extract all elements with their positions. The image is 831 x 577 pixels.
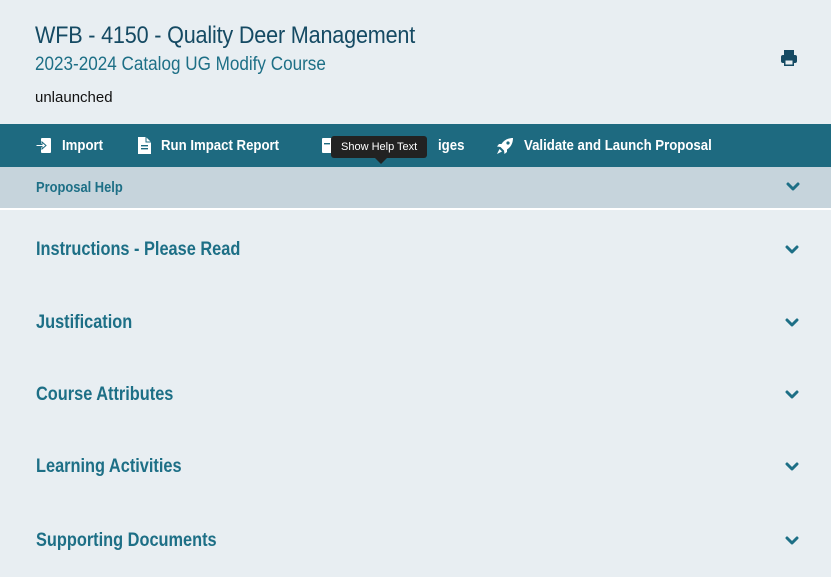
document-icon <box>138 137 151 154</box>
section-label: Learning Activities <box>36 456 182 477</box>
run-impact-report-button[interactable]: Run Impact Report <box>138 124 295 167</box>
section-label: Supporting Documents <box>36 530 217 551</box>
section-course-attributes[interactable]: Course Attributes <box>0 359 831 431</box>
section-label: Justification <box>36 312 133 333</box>
proposal-help-label: Proposal Help <box>36 179 123 196</box>
chevron-down-icon <box>786 182 800 191</box>
page-subtitle: 2023-2024 Catalog UG Modify Course <box>35 54 326 75</box>
run-impact-report-label: Run Impact Report <box>161 137 280 154</box>
printer-icon[interactable] <box>779 48 799 68</box>
validate-launch-label: Validate and Launch Proposal <box>524 137 712 154</box>
chevron-down-icon <box>785 462 799 471</box>
section-label: Instructions - Please Read <box>36 239 241 260</box>
section-justification[interactable]: Justification <box>0 287 831 359</box>
chevron-down-icon <box>785 390 799 399</box>
chevron-down-icon <box>785 536 799 545</box>
import-icon <box>35 138 51 153</box>
section-supporting-documents[interactable]: Supporting Documents <box>0 505 831 577</box>
import-button[interactable]: Import <box>35 124 109 167</box>
changes-label: iges <box>438 137 465 154</box>
chevron-down-icon <box>785 245 799 254</box>
page-header: WFB - 4150 - Quality Deer Management 202… <box>0 0 831 124</box>
proposal-help-toggle[interactable]: Proposal Help <box>0 167 831 210</box>
proposal-status: unlaunched <box>35 89 113 106</box>
help-tooltip: Show Help Text <box>331 136 428 164</box>
section-label: Course Attributes <box>36 384 174 405</box>
rocket-icon <box>497 137 513 154</box>
validate-launch-button[interactable]: Validate and Launch Proposal <box>496 124 737 167</box>
section-instructions[interactable]: Instructions - Please Read <box>0 214 831 286</box>
section-learning-activities[interactable]: Learning Activities <box>0 431 831 503</box>
page-title: WFB - 4150 - Quality Deer Management <box>35 22 416 49</box>
chevron-down-icon <box>785 318 799 327</box>
import-label: Import <box>62 137 104 154</box>
